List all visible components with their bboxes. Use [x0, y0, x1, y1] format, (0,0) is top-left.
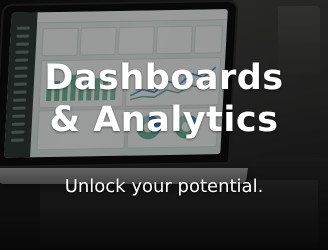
headline-line-2: & Analytics: [49, 100, 279, 140]
headline-line-1: Dashboards: [44, 58, 284, 98]
promo-banner[interactable]: Dashboards & Analytics Unlock your poten…: [0, 0, 328, 250]
tagline: Unlock your potential.: [64, 176, 264, 197]
headline: Dashboards & Analytics: [0, 57, 328, 141]
